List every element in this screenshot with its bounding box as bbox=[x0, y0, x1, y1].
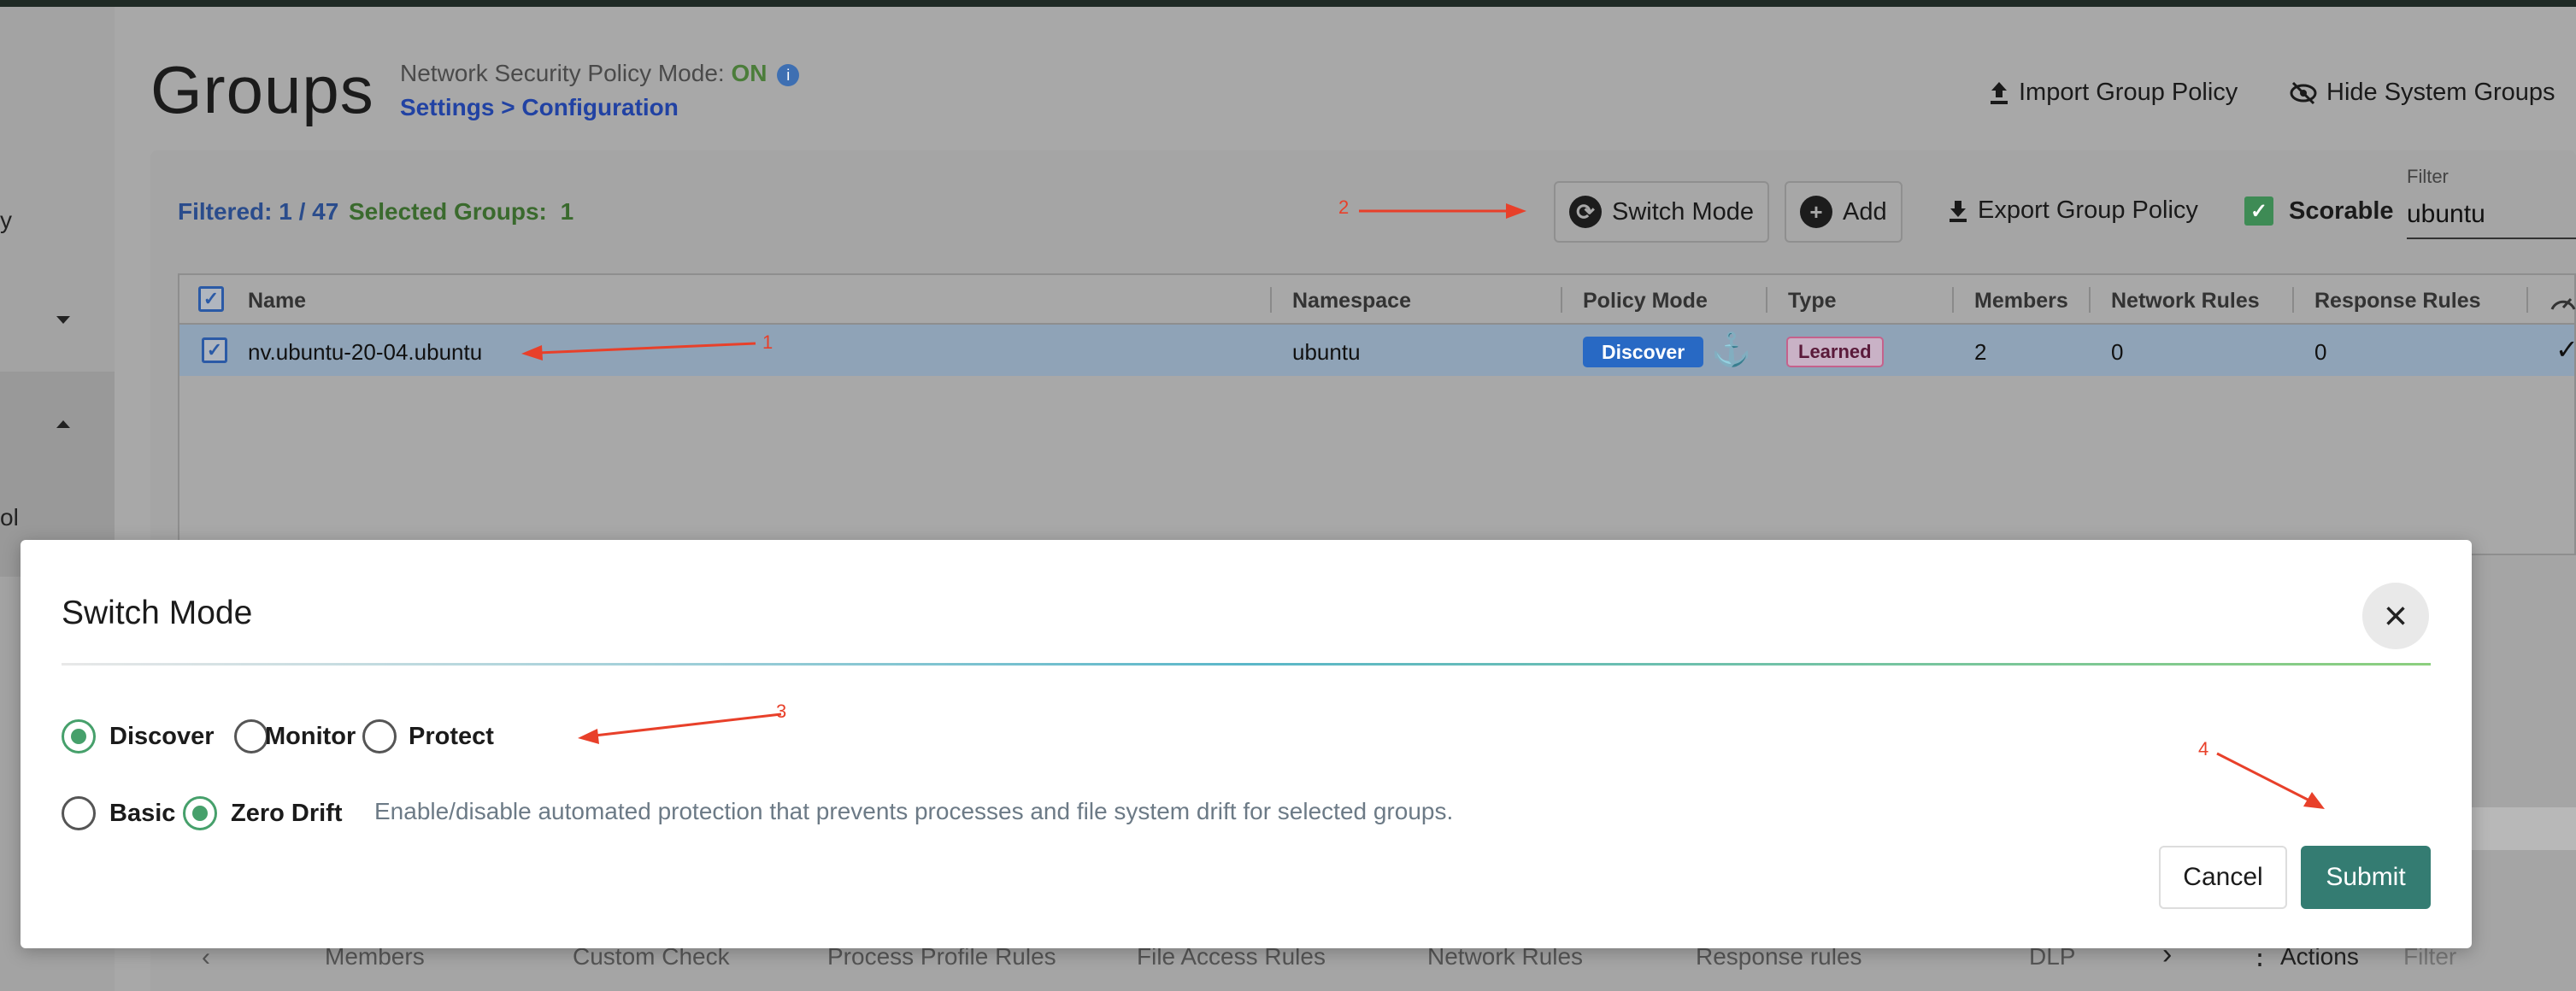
chevron-up-icon[interactable] bbox=[56, 420, 70, 428]
scorable-checkbox[interactable]: ✓ bbox=[2244, 196, 2273, 226]
annotation-1: 1 bbox=[762, 331, 773, 353]
hide-system-groups-button[interactable]: Hide System Groups bbox=[2289, 79, 2555, 107]
top-bar bbox=[0, 0, 2576, 7]
selected-groups-count: 1 bbox=[560, 198, 574, 225]
import-group-policy-label: Import Group Policy bbox=[2019, 79, 2238, 106]
filter-input[interactable]: ubuntu bbox=[2407, 200, 2485, 229]
switch-mode-label: Switch Mode bbox=[1612, 197, 1755, 226]
add-label: Add bbox=[1843, 197, 1887, 226]
select-all-checkbox[interactable]: ✓ bbox=[198, 286, 224, 312]
cell-members: 2 bbox=[1974, 339, 1987, 365]
settings-configuration-link[interactable]: Settings > Configuration bbox=[400, 94, 679, 121]
column-separator[interactable] bbox=[1952, 287, 1954, 313]
filter-field[interactable]: Filter ubuntu bbox=[2407, 162, 2576, 239]
export-group-policy-label: Export Group Policy bbox=[1978, 196, 2198, 224]
annotation-3: 3 bbox=[776, 701, 787, 722]
cancel-button[interactable]: Cancel bbox=[2159, 846, 2287, 909]
column-separator[interactable] bbox=[2292, 287, 2294, 313]
radio-discover[interactable] bbox=[62, 719, 96, 754]
cell-network-rules: 0 bbox=[2111, 339, 2124, 365]
table-header: ✓ Name Namespace Policy Mode Type Member… bbox=[179, 275, 2576, 325]
scorable-toggle[interactable]: ✓ Scorable bbox=[2244, 196, 2394, 226]
policy-mode-value: ON bbox=[731, 60, 768, 86]
policy-mode-line: Network Security Policy Mode: ON i bbox=[400, 60, 800, 87]
selected-groups: Selected Groups: 1 bbox=[349, 198, 573, 226]
annotation-4: 4 bbox=[2198, 738, 2209, 759]
download-icon bbox=[1950, 200, 1967, 222]
radio-monitor-label[interactable]: Monitor bbox=[265, 723, 356, 751]
radio-protect[interactable] bbox=[362, 719, 397, 754]
annotation-2: 2 bbox=[1338, 196, 1350, 218]
annotation-arrow-4 bbox=[2216, 752, 2325, 809]
selected-groups-label: Selected Groups: bbox=[349, 198, 547, 225]
anchor-icon: ⚓ bbox=[1711, 332, 1752, 368]
filtered-count: Filtered: 1 / 47 bbox=[178, 198, 339, 225]
export-group-policy-button[interactable]: Export Group Policy bbox=[1947, 196, 2198, 225]
scorable-label: Scorable bbox=[2289, 196, 2394, 225]
type-badge: Learned bbox=[1786, 337, 1884, 367]
hide-system-groups-label: Hide System Groups bbox=[2326, 79, 2555, 106]
policy-mode-badge: Discover bbox=[1583, 337, 1704, 367]
add-icon: + bbox=[1800, 196, 1832, 228]
upload-icon bbox=[1991, 81, 2008, 104]
left-nav-item-fragment[interactable]: y bbox=[0, 207, 12, 234]
zero-drift-help-text: Enable/disable automated protection that… bbox=[374, 798, 1454, 824]
submit-button[interactable]: Submit bbox=[2301, 846, 2431, 909]
column-separator[interactable] bbox=[1561, 287, 1562, 313]
radio-zero-drift[interactable] bbox=[183, 796, 217, 830]
left-nav-item-fragment[interactable]: ol bbox=[0, 504, 19, 531]
radio-basic-label[interactable]: Basic bbox=[109, 800, 175, 828]
column-header-type[interactable]: Type bbox=[1788, 289, 1837, 314]
radio-monitor[interactable] bbox=[234, 719, 268, 754]
radio-protect-label[interactable]: Protect bbox=[409, 723, 494, 751]
annotation-arrow-3 bbox=[578, 712, 782, 744]
filter-label: Filter bbox=[2407, 166, 2449, 187]
column-header-response-rules[interactable]: Response Rules bbox=[2314, 289, 2481, 314]
page-title: Groups bbox=[150, 52, 374, 127]
radio-basic[interactable] bbox=[62, 796, 96, 830]
radio-discover-label[interactable]: Discover bbox=[109, 723, 215, 751]
import-group-policy-button[interactable]: Import Group Policy bbox=[1988, 79, 2238, 107]
background-strip bbox=[2472, 807, 2576, 850]
eye-off-icon bbox=[2290, 81, 2317, 104]
close-button[interactable]: × bbox=[2362, 583, 2429, 649]
column-header-network-rules[interactable]: Network Rules bbox=[2111, 289, 2260, 314]
column-header-members[interactable]: Members bbox=[1974, 289, 2068, 314]
dialog-title: Switch Mode bbox=[62, 595, 253, 631]
switch-mode-dialog: Switch Mode × Discover Monitor Protect 3… bbox=[21, 540, 2472, 948]
cell-name: nv.ubuntu-20-04.ubuntu bbox=[248, 339, 483, 365]
chevron-down-icon[interactable] bbox=[56, 316, 70, 324]
policy-mode-label: Network Security Policy Mode: bbox=[400, 60, 725, 86]
column-header-name[interactable]: Name bbox=[248, 289, 306, 314]
add-button[interactable]: + Add bbox=[1785, 181, 1903, 243]
column-separator[interactable] bbox=[2526, 287, 2528, 313]
refresh-icon: ⟳ bbox=[1569, 196, 1602, 228]
column-header-namespace[interactable]: Namespace bbox=[1292, 289, 1411, 314]
column-header-policy-mode[interactable]: Policy Mode bbox=[1583, 289, 1708, 314]
check-icon: ✓ bbox=[2555, 334, 2576, 365]
gauge-icon bbox=[2550, 297, 2576, 310]
row-checkbox[interactable]: ✓ bbox=[202, 337, 227, 363]
cell-namespace: ubuntu bbox=[1292, 339, 1361, 365]
cell-response-rules: 0 bbox=[2314, 339, 2327, 365]
column-separator[interactable] bbox=[1766, 287, 1767, 313]
annotation-arrow-1 bbox=[521, 342, 756, 361]
column-separator[interactable] bbox=[1270, 287, 1272, 313]
close-icon: × bbox=[2383, 593, 2408, 639]
annotation-arrow-2 bbox=[1359, 203, 1526, 219]
groups-table: ✓ Name Namespace Policy Mode Type Member… bbox=[178, 273, 2576, 555]
radio-zero-drift-label[interactable]: Zero Drift bbox=[231, 800, 343, 828]
info-icon[interactable]: i bbox=[777, 63, 800, 86]
column-separator[interactable] bbox=[2089, 287, 2091, 313]
dialog-divider bbox=[62, 663, 2431, 666]
switch-mode-button[interactable]: ⟳ Switch Mode bbox=[1554, 181, 1770, 243]
